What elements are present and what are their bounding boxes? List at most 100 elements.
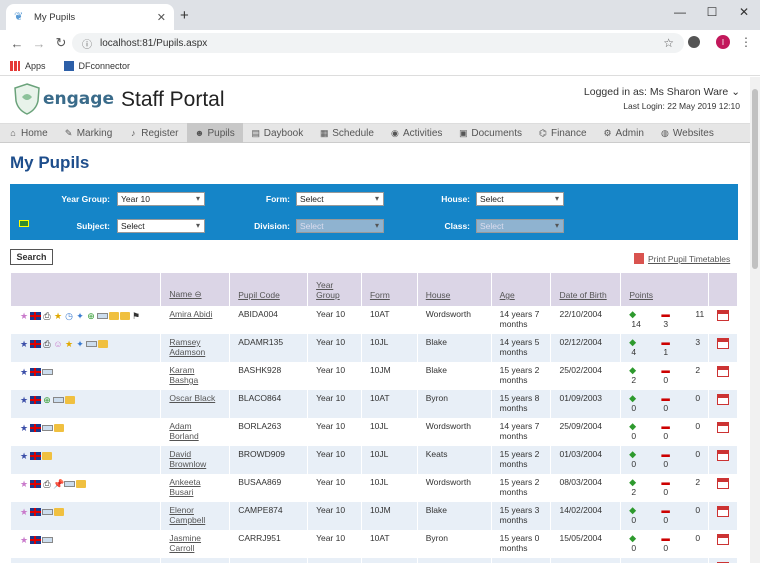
browser-menu-icon[interactable]: ⋮ [740, 35, 752, 49]
form-select[interactable]: Select [296, 192, 384, 206]
menu-item-activities[interactable]: ◉ Activities [382, 123, 450, 143]
gold-star-icon: ★ [53, 311, 63, 321]
apps-grid-icon [10, 60, 20, 71]
year-group-label: Year Group: [61, 194, 110, 204]
points-column-header[interactable]: Points [620, 273, 709, 306]
star-icon[interactable]: ★ [19, 395, 29, 405]
year-column-header[interactable]: Year Group [307, 273, 362, 306]
timetable-icon[interactable] [716, 534, 729, 545]
page-scrollbar[interactable] [750, 77, 760, 563]
timetable-icon[interactable] [716, 478, 729, 489]
year-group: Year 10 [307, 502, 362, 530]
timetable-icon[interactable] [716, 450, 729, 461]
sort-asc-icon[interactable]: ⊖ [194, 289, 201, 299]
pupil-name-link[interactable]: Adam Borland [169, 421, 198, 441]
subject-select[interactable]: Select [117, 219, 205, 233]
name-column-header[interactable]: Name ⊖ [160, 273, 231, 306]
star-icon[interactable]: ★ [19, 451, 29, 461]
total-points: 2 [695, 477, 701, 487]
scrollbar-thumb[interactable] [752, 89, 758, 269]
menu-item-pupils[interactable]: ☻ Pupils [186, 123, 243, 143]
timetable-cell [708, 306, 739, 334]
medal-icon: ✦ [76, 339, 84, 349]
timetable-icon[interactable] [716, 506, 729, 517]
menu-item-home[interactable]: ⌂ Home [0, 123, 56, 143]
age: 15 years 2 months [491, 474, 552, 502]
menu-item-marking[interactable]: ✎ Marking [56, 123, 121, 143]
negative-points: 3 [663, 319, 669, 329]
extension-icon[interactable] [688, 36, 700, 48]
pupil-name-link[interactable]: Amira Abidi [169, 309, 212, 319]
menu-item-register[interactable]: ♪ Register [120, 123, 186, 143]
pupil-name-link[interactable]: Oscar Black [169, 393, 215, 403]
pupil-code: BASHK928 [229, 362, 309, 390]
pupil-name-cell: Elenor Campbell [160, 502, 231, 530]
menu-item-admin[interactable]: ⚙ Admin [595, 123, 652, 143]
age: 15 years 2 months [491, 446, 552, 474]
pupil-name-link[interactable]: David Brownlow [169, 449, 206, 469]
bookmark-dfconnector[interactable]: DFconnector [63, 60, 130, 71]
code-column-header[interactable]: Pupil Code [229, 273, 309, 306]
search-button[interactable]: Search [10, 249, 53, 265]
book-icon: ▤ [251, 128, 261, 138]
minimize-icon[interactable]: — [664, 0, 696, 24]
uk-flag-icon [30, 368, 41, 376]
negative-points: 1 [663, 347, 669, 357]
print-timetables-link[interactable]: Print Pupil Timetables [634, 253, 730, 264]
timetable-icon[interactable] [716, 338, 729, 349]
menu-item-schedule[interactable]: ▦ Schedule [311, 123, 382, 143]
menu-item-daybook[interactable]: ▤ Daybook [243, 123, 311, 143]
star-icon[interactable]: ★ [19, 367, 29, 377]
table-row: ★ ⎙ 📌 Ankeeta Busari BUSAA869 Year 10 10JL Word… [11, 474, 739, 502]
close-tab-icon[interactable]: ✕ [157, 11, 166, 24]
timetable-icon[interactable] [716, 394, 729, 405]
form: 10JL [361, 334, 418, 362]
logged-in-user[interactable]: Logged in as: Ms Sharon Ware ⌄ [584, 86, 740, 98]
star-icon[interactable]: ★ [19, 479, 29, 489]
house-select[interactable]: Select [476, 192, 564, 206]
reload-icon[interactable]: ↻ [50, 35, 72, 51]
bookmark-apps[interactable]: Apps [10, 60, 46, 71]
url-field[interactable]: ⓘ localhost:81/Pupils.aspx ☆ [72, 33, 684, 53]
documents-icon: ▣ [459, 128, 468, 138]
timetable-cell [708, 446, 739, 474]
bookmark-star-icon[interactable]: ☆ [663, 36, 674, 50]
pupil-name-link[interactable]: Ankeeta Busari [169, 477, 200, 497]
pupil-name-link[interactable]: Jasmine Carroll [169, 533, 201, 553]
pupil-name-link[interactable]: Ramsey Adamson [169, 337, 205, 357]
star-icon[interactable]: ★ [19, 311, 29, 321]
back-icon[interactable]: ← [6, 36, 28, 51]
forward-icon[interactable]: → [28, 36, 50, 51]
profile-avatar[interactable]: I [716, 35, 730, 49]
maximize-icon[interactable]: ☐ [696, 0, 728, 24]
browser-tab[interactable]: ❦ My Pupils ✕ [6, 4, 174, 30]
form-column-header[interactable]: Form [361, 273, 418, 306]
star-icon[interactable]: ★ [19, 535, 29, 545]
pupil-name-link[interactable]: Karam Bashga [169, 365, 198, 385]
star-icon[interactable]: ★ [19, 507, 29, 517]
menu-item-websites[interactable]: ◍ Websites [652, 123, 722, 143]
menu-item-documents[interactable]: ▣ Documents [450, 123, 530, 143]
star-icon[interactable]: ★ [19, 339, 29, 349]
info-icon[interactable]: ⓘ [82, 36, 92, 51]
engage-logo[interactable]: engage [14, 83, 114, 115]
house-column-header[interactable]: House [417, 273, 492, 306]
checkered-flag-icon: ⚑ [131, 311, 141, 321]
timetable-cell [708, 502, 739, 530]
timetable-icon[interactable] [716, 366, 729, 377]
year-group: Year 10 [307, 446, 362, 474]
close-window-icon[interactable]: ✕ [728, 0, 760, 24]
red-point-icon: ▬ [661, 309, 670, 319]
timetable-cell [708, 558, 739, 563]
chevron-down-icon: ⌄ [731, 86, 740, 98]
pupil-name-link[interactable]: Elenor Campbell [169, 505, 205, 525]
dob-column-header[interactable]: Date of Birth [550, 273, 622, 306]
timetable-icon[interactable] [716, 422, 729, 433]
age-column-header[interactable]: Age [491, 273, 552, 306]
new-tab-icon[interactable]: + [180, 7, 189, 24]
menu-item-finance[interactable]: ⌬ Finance [530, 123, 595, 143]
year-group-select[interactable]: Year 10 [117, 192, 205, 206]
flag-toggle-icon[interactable] [19, 220, 29, 227]
timetable-icon[interactable] [716, 310, 729, 321]
star-icon[interactable]: ★ [19, 423, 29, 433]
